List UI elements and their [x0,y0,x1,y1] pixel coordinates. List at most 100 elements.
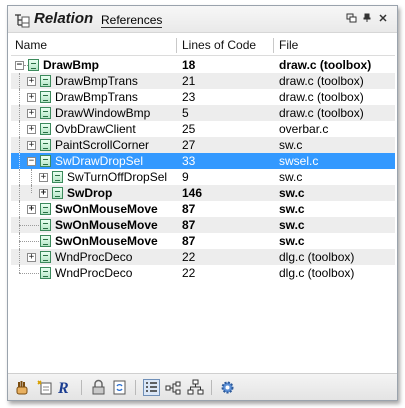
graph-horizontal-icon[interactable] [165,379,182,396]
row-file: sw.c [279,170,303,184]
tree-row[interactable]: + DrawBmpTrans 21 draw.c (toolbox) [11,73,395,89]
row-name: SwOnMouseMove [55,202,158,216]
row-file: sw.c [279,202,305,216]
name-cell: + PaintScrollCorner [11,137,176,153]
name-cell: + SwOnMouseMove [11,201,176,217]
column-name-header[interactable]: Name [11,35,47,56]
graph-vertical-icon[interactable] [187,379,204,396]
row-file: sw.c [279,186,305,200]
r-logo-icon[interactable]: R [57,379,74,397]
row-file: sw.c [279,218,305,232]
tree-row[interactable]: + WndProcDeco 22 dlg.c (toolbox) [11,249,395,265]
column-lines-header[interactable]: Lines of Code [178,35,256,56]
new-reference-icon[interactable] [36,379,53,396]
row-file: draw.c (toolbox) [279,74,364,88]
row-lines: 9 [182,170,189,184]
row-file: dlg.c (toolbox) [279,266,355,280]
function-icon [40,251,51,263]
name-cell: + SwTurnOffDropSel [11,169,176,185]
expand-toggle-icon[interactable]: + [27,253,36,262]
row-file: draw.c (toolbox) [279,106,364,120]
expand-toggle-icon[interactable]: + [27,93,36,102]
expand-toggle-icon[interactable]: + [39,189,48,198]
row-lines: 27 [182,138,196,152]
column-divider[interactable] [176,38,177,53]
tree-row[interactable]: + SwDrop 146 sw.c [11,185,395,201]
name-cell: + SwDrop [11,185,176,201]
row-name: SwOnMouseMove [55,234,158,248]
float-icon[interactable] [345,13,357,25]
tree-row[interactable]: + OvbDrawClient 25 overbar.c [11,121,395,137]
sync-icon[interactable] [111,379,128,396]
row-lines: 87 [182,202,196,216]
name-cell: WndProcDeco [11,265,176,281]
expand-toggle-icon[interactable]: + [27,141,36,150]
row-name: SwTurnOffDropSel [67,170,168,184]
toolbar-separator [211,380,212,395]
tree-row[interactable]: + PaintScrollCorner 27 sw.c [11,137,395,153]
expand-toggle-icon[interactable]: + [39,173,48,182]
panel-titlebar: Relation References [8,6,397,33]
column-header: Name Lines of Code File [11,35,395,56]
row-name: SwDrop [67,186,113,200]
name-cell: SwOnMouseMove [11,233,176,249]
function-icon [40,267,51,279]
row-name: PaintScrollCorner [55,138,150,152]
name-cell: + DrawBmpTrans [11,89,176,105]
row-lines: 5 [182,106,189,120]
lock-icon[interactable] [90,379,107,396]
row-lines: 22 [182,266,196,280]
row-name: DrawBmp [43,58,100,72]
row-name: DrawWindowBmp [55,106,151,120]
relation-panel-icon [15,14,30,28]
name-cell: + WndProcDeco [11,249,176,265]
row-name: SwOnMouseMove [55,218,158,232]
panel-title: Relation [34,10,94,27]
column-file-header[interactable]: File [275,35,298,56]
row-lines: 146 [182,186,203,200]
row-name: SwDrawDropSel [55,153,144,169]
collapse-toggle-icon[interactable]: − [15,61,24,70]
expand-toggle-icon[interactable]: + [27,205,36,214]
tree-row[interactable]: + DrawWindowBmp 5 draw.c (toolbox) [11,105,395,121]
pin-icon[interactable] [361,13,373,25]
name-cell: + DrawBmpTrans [11,73,176,89]
name-cell: − SwDrawDropSel [11,153,176,169]
tree-row[interactable]: + DrawBmpTrans 23 draw.c (toolbox) [11,89,395,105]
hand-icon[interactable] [14,379,31,396]
collapse-toggle-icon[interactable]: − [27,157,36,166]
expand-toggle-icon[interactable]: + [27,109,36,118]
tree-row[interactable]: SwOnMouseMove 87 sw.c [11,233,395,249]
tree-row[interactable]: + SwOnMouseMove 87 sw.c [11,201,395,217]
row-name: WndProcDeco [55,266,133,280]
name-cell: SwOnMouseMove [11,217,176,233]
tree-row-selected[interactable]: − SwDrawDropSel 33 swsel.c [11,153,395,169]
row-file: overbar.c [279,122,329,136]
row-name: WndProcDeco [55,250,133,264]
row-file: draw.c (toolbox) [279,90,364,104]
function-icon [40,235,51,247]
row-name: DrawBmpTrans [55,74,138,88]
row-file: dlg.c (toolbox) [279,250,355,264]
tree-row[interactable]: − DrawBmp 18 draw.c (toolbox) [11,57,395,73]
row-lines: 87 [182,234,196,248]
name-cell: + DrawWindowBmp [11,105,176,121]
row-lines: 33 [182,154,196,168]
outline-view-icon[interactable] [143,379,160,396]
function-icon [40,155,51,167]
row-lines: 25 [182,122,196,136]
close-icon[interactable] [377,13,389,25]
function-icon [40,123,51,135]
references-tab[interactable]: References [101,14,163,28]
toolbar-separator [81,380,82,395]
settings-gear-icon[interactable] [219,379,236,396]
relation-panel: Relation References Name Lines of Code F… [7,5,398,401]
tree-row[interactable]: + SwTurnOffDropSel 9 sw.c [11,169,395,185]
column-divider[interactable] [273,38,274,53]
tree-row[interactable]: WndProcDeco 22 dlg.c (toolbox) [11,265,395,281]
tree-row[interactable]: SwOnMouseMove 87 sw.c [11,217,395,233]
expand-toggle-icon[interactable]: + [27,125,36,134]
name-cell: − DrawBmp [11,57,176,73]
function-icon [40,107,51,119]
expand-toggle-icon[interactable]: + [27,77,36,86]
